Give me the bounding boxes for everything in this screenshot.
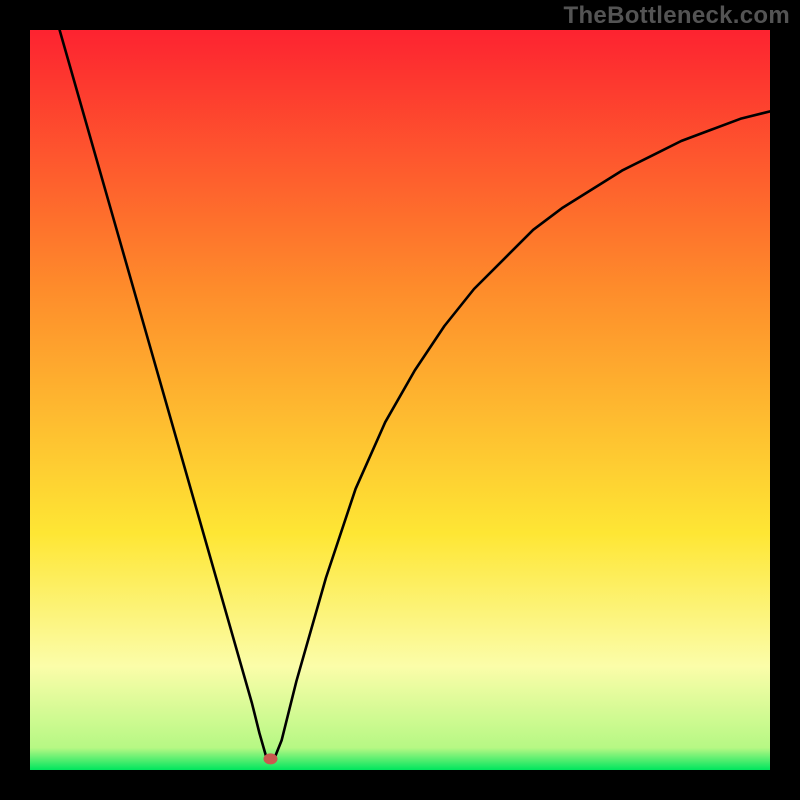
chart-frame: TheBottleneck.com [0, 0, 800, 800]
bottleneck-chart [30, 30, 770, 770]
gradient-background [30, 30, 770, 770]
watermark-text: TheBottleneck.com [564, 2, 790, 30]
minimum-marker [264, 753, 278, 764]
